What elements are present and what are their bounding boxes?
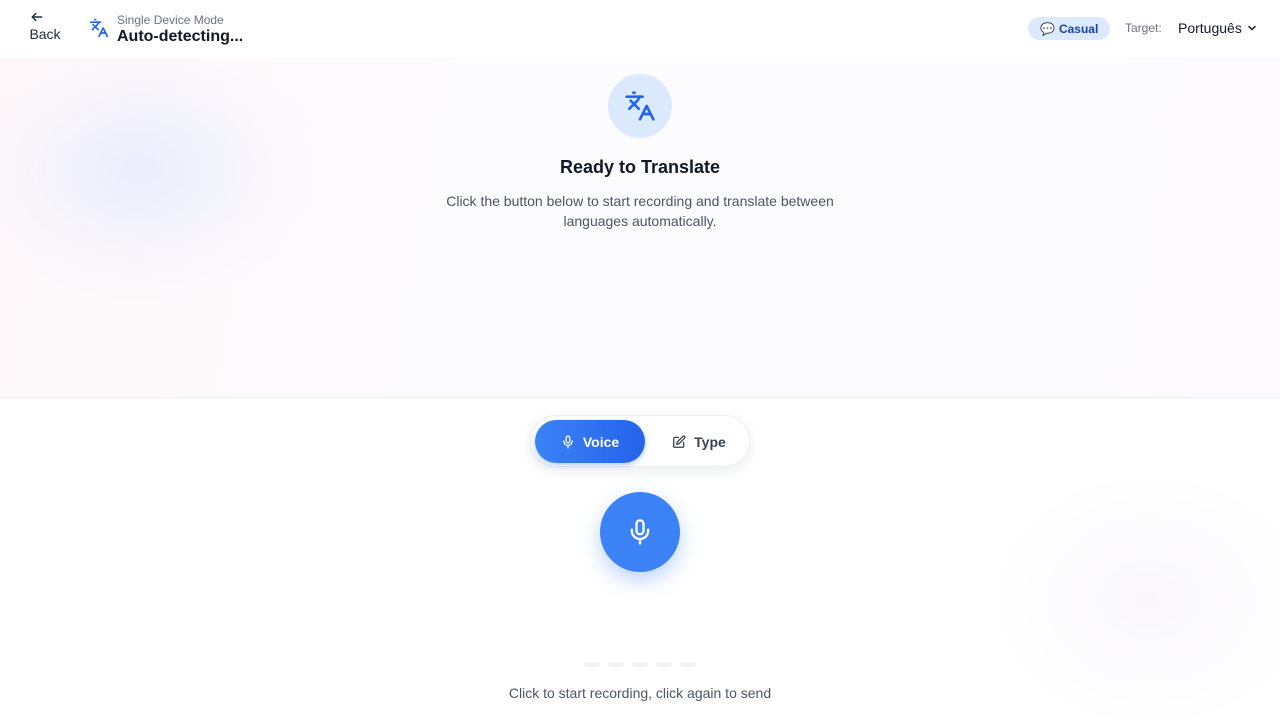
back-button[interactable]: Back (22, 10, 68, 48)
target-language-value: Português (1178, 20, 1242, 36)
microphone-icon (563, 435, 573, 448)
audio-level-bar (656, 662, 672, 667)
audio-level-bar (608, 662, 624, 667)
edit-icon (673, 434, 686, 448)
mode-title: Auto-detecting... (117, 28, 244, 45)
translate-icon (625, 91, 655, 121)
mode-subtitle: Single Device Mode (117, 13, 224, 27)
section-divider (0, 397, 1280, 398)
mode-heading: Single Device Mode Auto-detecting... (117, 13, 243, 47)
audio-level-bar (632, 662, 648, 667)
type-mode-button[interactable]: Type (651, 420, 747, 463)
speech-bubble-icon: 💬 (1040, 21, 1055, 36)
ready-translate-badge (608, 74, 672, 138)
top-header: Back Single Device Mode Auto-detecting..… (0, 0, 1280, 58)
record-button[interactable] (600, 492, 680, 572)
audio-level-bar (584, 662, 600, 667)
ready-description: Click the button below to start recordin… (446, 193, 834, 229)
voice-mode-button[interactable]: Voice (535, 420, 645, 463)
translate-icon (89, 18, 109, 43)
tone-badge[interactable]: 💬 Casual (1028, 17, 1111, 40)
target-label: Target: (1125, 21, 1162, 35)
background-blob-right (990, 470, 1280, 720)
type-mode-label: Type (694, 433, 726, 450)
voice-mode-label: Voice (582, 433, 620, 450)
recording-hint: Click to start recording, click again to… (508, 685, 772, 701)
input-mode-toggle: Voice Type (530, 415, 750, 467)
tone-badge-label: Casual (1058, 21, 1099, 36)
back-label: Back (29, 26, 61, 42)
chevron-down-icon (1248, 25, 1256, 31)
ready-title: Ready to Translate (559, 157, 721, 177)
audio-level-bar (680, 662, 696, 667)
audio-level-indicator (584, 662, 696, 667)
arrow-left-icon (31, 12, 43, 22)
microphone-icon (630, 519, 650, 545)
target-language-select[interactable]: Português (1178, 20, 1258, 36)
